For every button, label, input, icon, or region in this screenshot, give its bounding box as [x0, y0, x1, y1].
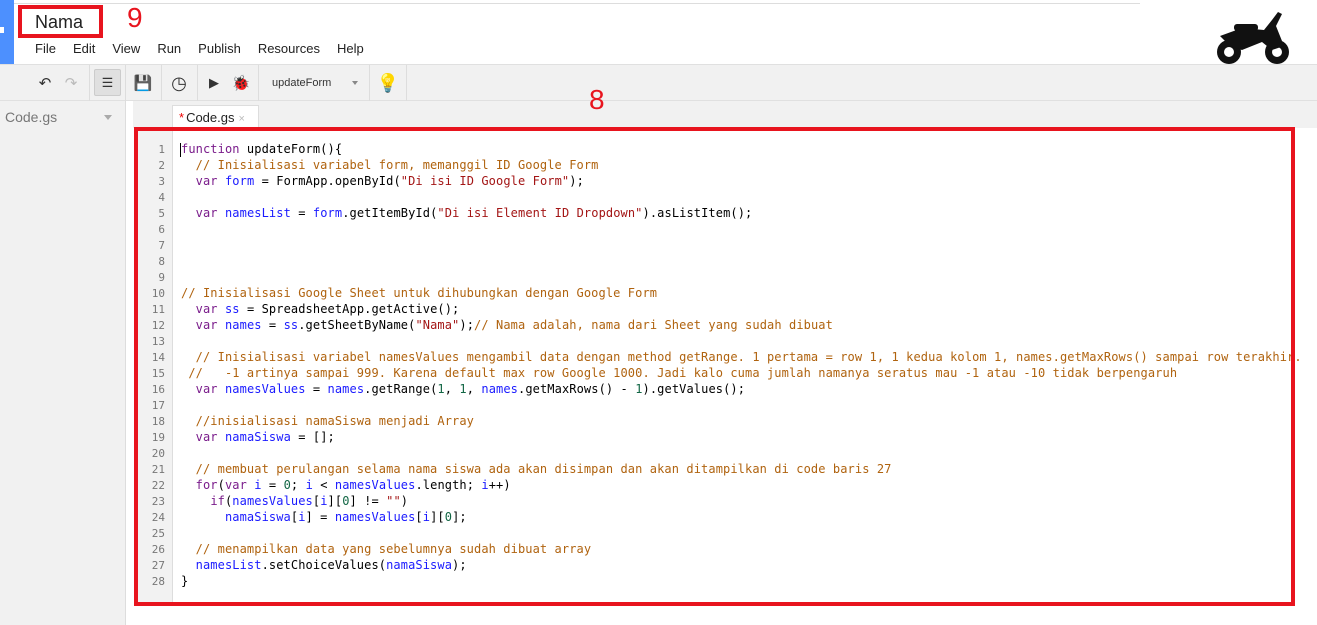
annotation-box-title [18, 5, 103, 38]
tab-code-gs[interactable]: * Code.gs × [172, 105, 259, 129]
function-select-value: updateForm [272, 77, 332, 89]
divider [14, 3, 1140, 4]
motorcycle-logo [1217, 12, 1289, 64]
run-icon[interactable]: ▶ [204, 65, 224, 101]
annotation-number-9: 9 [127, 2, 143, 33]
annotation-box-editor [134, 127, 1295, 606]
menu-run[interactable]: Run [157, 41, 181, 56]
file-sidebar: Code.gs [0, 101, 126, 625]
indent-icon[interactable]: ☰ [94, 69, 121, 96]
save-icon[interactable]: 💾 [131, 65, 155, 101]
toolbar: ↶ ↷ ☰ 💾 ◷ ▶ 🐞 updateForm 💡 [0, 64, 1317, 101]
lightbulb-icon[interactable]: 💡 [376, 65, 400, 101]
undo-icon[interactable]: ↶ [34, 65, 56, 101]
menu-view[interactable]: View [112, 41, 140, 56]
menu-bar: File Edit View Run Publish Resources Hel… [35, 41, 381, 56]
close-icon[interactable]: × [238, 113, 244, 125]
triggers-clock-icon[interactable]: ◷ [167, 65, 191, 101]
chevron-down-icon[interactable] [104, 115, 112, 124]
tab-strip [133, 101, 1317, 128]
function-select[interactable]: updateForm [260, 65, 368, 101]
sidebar-file-code-gs[interactable]: Code.gs [5, 109, 57, 125]
unsaved-marker: * [179, 110, 185, 125]
redo-icon[interactable]: ↷ [60, 65, 82, 101]
menu-resources[interactable]: Resources [258, 41, 320, 56]
menu-publish[interactable]: Publish [198, 41, 241, 56]
menu-edit[interactable]: Edit [73, 41, 95, 56]
tab-label: Code.gs [186, 110, 235, 125]
chevron-down-icon [352, 81, 358, 88]
debug-bug-icon[interactable]: 🐞 [230, 65, 252, 101]
menu-file[interactable]: File [35, 41, 56, 56]
menu-help[interactable]: Help [337, 41, 364, 56]
annotation-number-8: 8 [589, 84, 605, 115]
apps-launcher-strip[interactable] [0, 0, 14, 64]
